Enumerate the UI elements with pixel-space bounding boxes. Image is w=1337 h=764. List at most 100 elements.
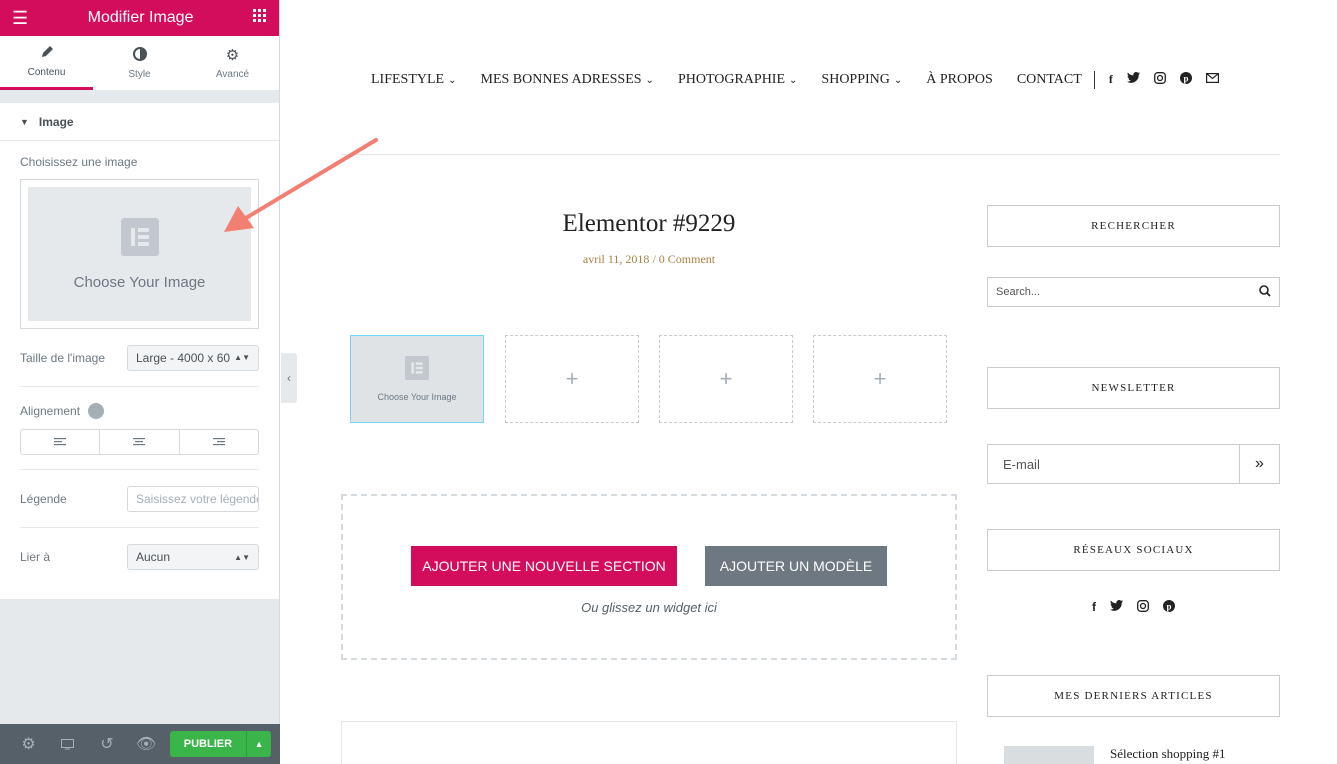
article-thumbnail[interactable]	[1004, 746, 1094, 764]
link-value: Aucun	[136, 550, 171, 564]
tab-label: Avancé	[215, 69, 250, 80]
panel-collapse-toggle[interactable]: ‹	[281, 353, 297, 403]
preview-eye-icon[interactable]: 👁	[127, 734, 166, 754]
alignment-choices	[20, 429, 259, 455]
widgets-grid-icon[interactable]	[253, 8, 267, 28]
tab-label: Contenu	[27, 67, 66, 78]
size-control: Taille de l'image Large - 4000 x 60 ▲▼	[0, 329, 279, 387]
image-placeholder[interactable]: Choose Your Image	[28, 187, 251, 321]
section-title: Image	[38, 114, 74, 129]
sidebar-social-title-box: RÉSEAUX SOCIAUX	[987, 529, 1280, 571]
add-template-button[interactable]: AJOUTER UN MODÈLE	[705, 546, 887, 586]
align-left-button[interactable]	[21, 430, 101, 454]
nav-item-photographie[interactable]: PHOTOGRAPHIE ⌄	[678, 72, 797, 88]
tab-contenu[interactable]: Contenu	[0, 36, 93, 90]
menu-icon[interactable]: ☰	[12, 8, 28, 29]
plus-icon: +	[873, 366, 887, 391]
post-comments[interactable]: / 0 Comment	[652, 252, 715, 266]
widget-title: RECHERCHER	[1091, 220, 1176, 232]
facebook-icon[interactable]: f	[1092, 600, 1096, 615]
nav-social-icons: f p	[1109, 72, 1219, 88]
nav-item-shopping[interactable]: SHOPPING ⌄	[821, 72, 902, 88]
widget-title: NEWSLETTER	[1091, 382, 1176, 394]
image-chooser[interactable]: Choose Your Image	[20, 179, 259, 329]
choose-image-label: Choisissez une image	[20, 155, 138, 169]
image-size-label: Taille de l'image	[20, 350, 106, 365]
chevron-down-icon: ⌄	[448, 74, 457, 86]
twitter-icon[interactable]	[1110, 600, 1123, 615]
post-meta: avril 11, 2018 / 0 Comment	[341, 252, 957, 267]
subscribe-button[interactable]: »	[1239, 445, 1279, 483]
sidebar-newsletter-form: E-mail »	[987, 444, 1280, 484]
section-header-image[interactable]: ▼ Image	[0, 103, 279, 141]
panel-title: Modifier Image	[87, 9, 194, 26]
email-field[interactable]: E-mail	[988, 457, 1239, 472]
widget-title: RÉSEAUX SOCIAUX	[1073, 544, 1194, 556]
choose-image-text: Choose Your Image	[73, 273, 206, 291]
caret-down-icon: ▼	[20, 116, 29, 127]
facebook-icon[interactable]: f	[1109, 72, 1113, 88]
nav-label: MES BONNES ADRESSES	[480, 72, 642, 87]
chevron-down-icon: ⌄	[789, 74, 798, 86]
link-select[interactable]: Aucun ▲▼	[127, 544, 259, 570]
elementor-logo-icon	[405, 356, 429, 382]
search-input[interactable]: Search...	[987, 277, 1280, 307]
caption-input[interactable]: Saisissez votre légende	[127, 485, 259, 512]
image-control: Choisissez une image Choose Your Image	[0, 141, 279, 329]
nav-label: LIFESTYLE	[371, 72, 445, 87]
instagram-icon[interactable]	[1137, 600, 1149, 615]
caption-label: Légende	[20, 491, 67, 506]
post-date[interactable]: avril 11, 2018	[583, 252, 650, 266]
history-icon[interactable]: ↺	[87, 734, 126, 754]
svg-text:p: p	[1166, 602, 1171, 612]
nav-item-adresses[interactable]: MES BONNES ADRESSES ⌄	[481, 72, 654, 88]
article-title[interactable]: Sélection shopping #1	[1110, 746, 1226, 762]
tab-style[interactable]: Style	[93, 36, 186, 90]
responsive-desktop-icon[interactable]	[88, 403, 105, 419]
image-size-value: Large - 4000 x 60	[136, 350, 231, 365]
link-control: Lier à Aucun ▲▼	[0, 528, 279, 586]
add-widget-column[interactable]: +	[659, 335, 793, 423]
header-divider	[341, 154, 1280, 155]
contrast-icon	[132, 46, 147, 64]
editor-panel: ☰ Modifier Image Contenu Style ⚙ Avancé …	[0, 0, 280, 764]
image-size-select[interactable]: Large - 4000 x 60 ▲▼	[127, 344, 259, 371]
sidebar-social-icons: f p	[987, 600, 1280, 615]
chevron-down-icon: ⌄	[645, 74, 654, 86]
responsive-mode-icon[interactable]	[48, 738, 87, 750]
sidebar-articles-title-box: MES DERNIERS ARTICLES	[987, 675, 1280, 717]
gear-icon: ⚙	[225, 47, 240, 64]
publish-options-button[interactable]: ▲	[246, 731, 272, 757]
twitter-icon[interactable]	[1126, 72, 1140, 88]
plus-icon: +	[565, 366, 579, 391]
email-icon[interactable]	[1205, 72, 1219, 88]
tab-label: Style	[128, 68, 151, 80]
instagram-icon[interactable]	[1153, 72, 1166, 88]
alignment-label: Alignement	[20, 404, 81, 418]
panel-footer: ⚙ ↺ 👁 PUBLIER ▲	[0, 724, 280, 764]
nav-label: CONTACT	[1016, 72, 1082, 87]
nav-item-contact[interactable]: CONTACT	[1017, 72, 1082, 88]
tab-avance[interactable]: ⚙ Avancé	[186, 36, 279, 90]
chevron-down-icon: ⌄	[893, 74, 903, 86]
align-center-button[interactable]	[100, 430, 180, 454]
double-chevron-right-icon: »	[1255, 455, 1264, 472]
add-widget-column[interactable]: +	[813, 335, 947, 423]
publish-button[interactable]: PUBLIER	[169, 731, 247, 757]
search-icon[interactable]	[1259, 284, 1271, 300]
pinterest-icon[interactable]: p	[1163, 600, 1175, 615]
add-new-section-button[interactable]: AJOUTER UNE NOUVELLE SECTION	[411, 546, 677, 586]
nav-item-a-propos[interactable]: À PROPOS	[926, 72, 993, 88]
panel-body: ▼ Image Choisissez une image Choose Your…	[0, 103, 279, 599]
pinterest-icon[interactable]: p	[1179, 72, 1192, 88]
panel-header: ☰ Modifier Image	[0, 0, 279, 36]
settings-icon[interactable]: ⚙	[9, 734, 48, 754]
nav-item-lifestyle[interactable]: LIFESTYLE ⌄	[371, 72, 457, 88]
sidebar-article-item[interactable]: Sélection shopping #1	[987, 746, 1280, 764]
align-right-button[interactable]	[180, 430, 258, 454]
nav-label: PHOTOGRAPHIE	[677, 72, 786, 87]
image-widget-placeholder[interactable]: Choose Your Image	[350, 335, 484, 423]
widget-title: MES DERNIERS ARTICLES	[1054, 690, 1213, 702]
elementor-logo-icon	[120, 217, 159, 260]
add-widget-column[interactable]: +	[505, 335, 639, 423]
